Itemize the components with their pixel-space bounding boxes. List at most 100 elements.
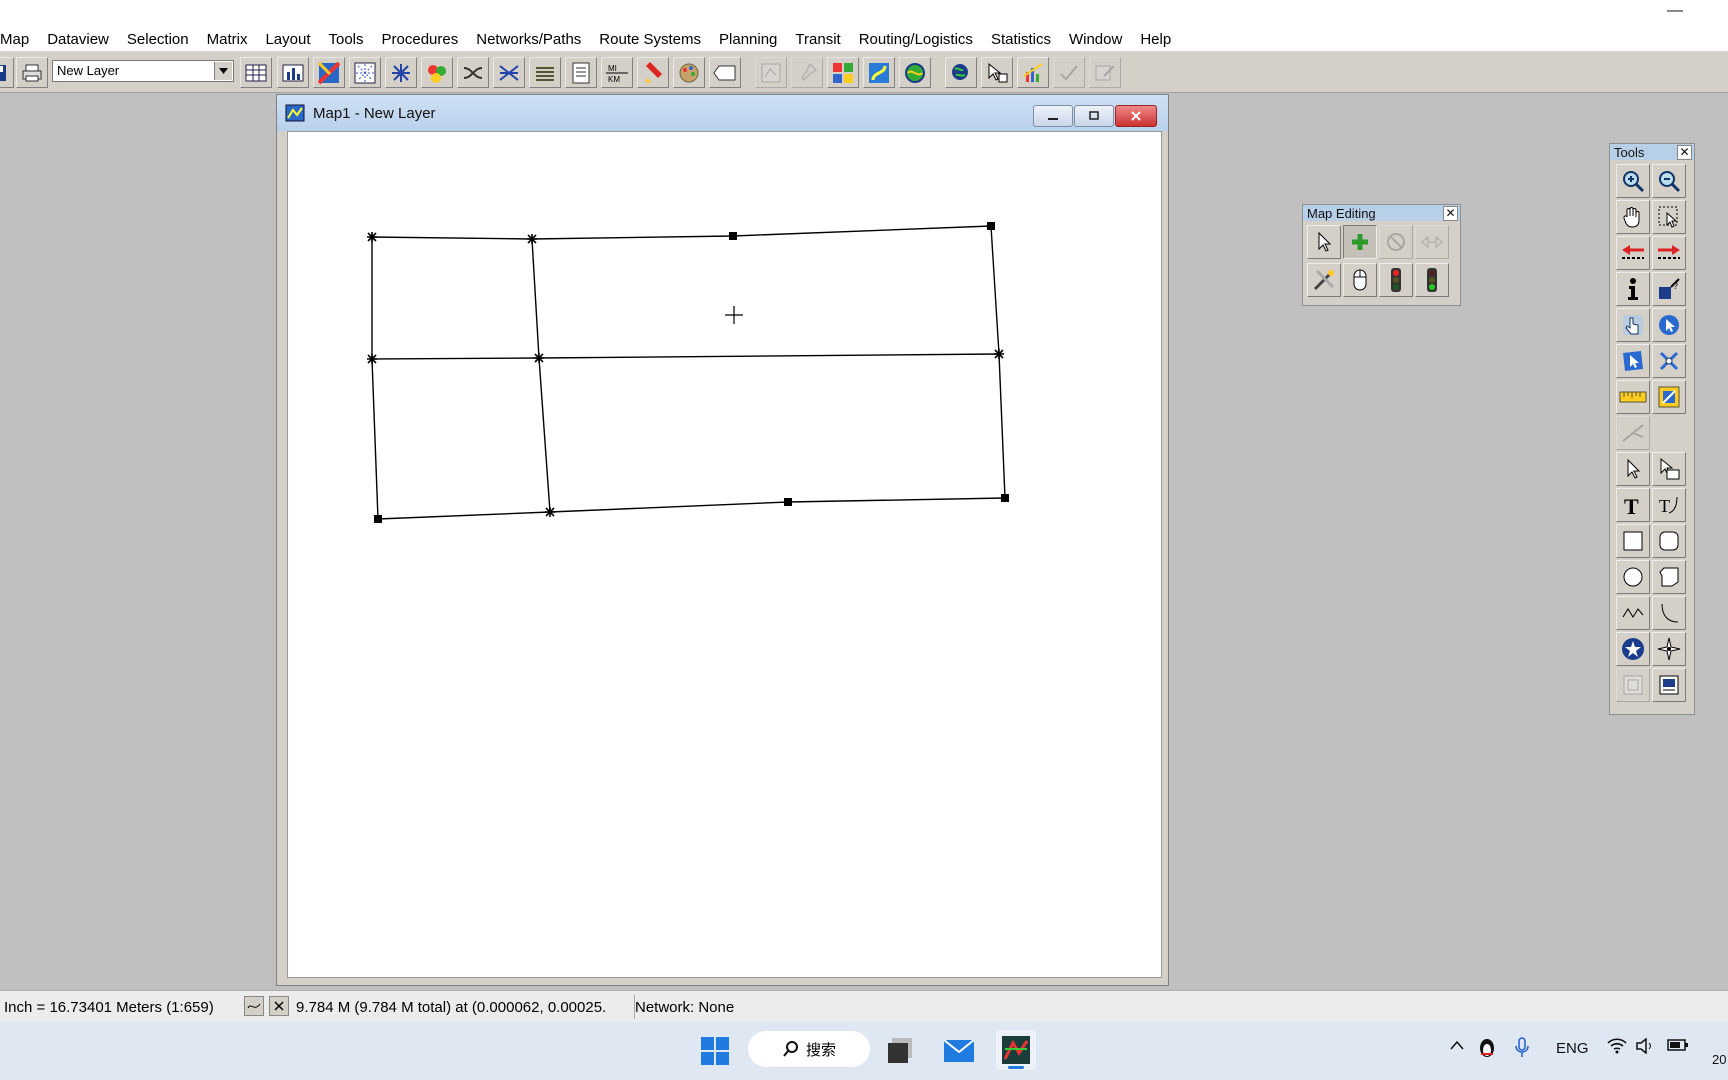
pan-button[interactable] bbox=[1616, 200, 1650, 234]
select-area-button[interactable] bbox=[1652, 200, 1686, 234]
menu-route-systems[interactable]: Route Systems bbox=[590, 31, 710, 48]
polygon-button[interactable] bbox=[1652, 560, 1686, 594]
wifi-button[interactable] bbox=[1607, 1038, 1627, 1058]
next-view-button[interactable] bbox=[1652, 236, 1686, 270]
input-language[interactable]: ENG bbox=[1556, 1040, 1589, 1057]
map-endpoint[interactable] bbox=[729, 232, 737, 240]
menu-selection[interactable]: Selection bbox=[118, 31, 198, 48]
edit-mouse-button[interactable] bbox=[1343, 263, 1377, 297]
menu-procedures[interactable]: Procedures bbox=[373, 31, 468, 48]
grid-button[interactable] bbox=[827, 57, 859, 88]
tools-close-button[interactable]: ✕ bbox=[1677, 145, 1692, 160]
map-overview-button[interactable] bbox=[755, 57, 787, 88]
zoom-out-button[interactable] bbox=[1652, 164, 1686, 198]
qq-tray-button[interactable] bbox=[1478, 1036, 1496, 1062]
chart-tool-button[interactable] bbox=[1017, 57, 1049, 88]
previous-view-button[interactable] bbox=[1616, 236, 1650, 270]
desire-lines-button[interactable] bbox=[493, 57, 525, 88]
mail-app-button[interactable] bbox=[943, 1036, 975, 1069]
transcad-app-button[interactable] bbox=[996, 1030, 1036, 1070]
rounded-rectangle-button[interactable] bbox=[1652, 524, 1686, 558]
menu-routing-logistics[interactable]: Routing/Logistics bbox=[850, 31, 982, 48]
window-restore-button[interactable] bbox=[1074, 105, 1114, 127]
route-button[interactable] bbox=[863, 57, 895, 88]
window-close-button[interactable] bbox=[1115, 105, 1157, 127]
battery-button[interactable] bbox=[1667, 1038, 1689, 1056]
menu-window[interactable]: Window bbox=[1060, 31, 1131, 48]
map-window-titlebar[interactable]: Map1 - New Layer bbox=[277, 95, 1168, 131]
edit-signal-red-button[interactable] bbox=[1379, 263, 1413, 297]
info-button[interactable] bbox=[1616, 272, 1650, 306]
pointer-edit-button[interactable] bbox=[1652, 452, 1686, 486]
select-table-button[interactable] bbox=[981, 57, 1013, 88]
units-button[interactable]: MI KM bbox=[601, 57, 633, 88]
zoom-in-button[interactable] bbox=[1616, 164, 1650, 198]
curved-text-button[interactable]: T bbox=[1652, 488, 1686, 522]
dataview-button[interactable] bbox=[240, 57, 272, 88]
deselect-button[interactable] bbox=[1652, 344, 1686, 378]
map-endpoint[interactable] bbox=[374, 515, 382, 523]
layer-dropdown-button[interactable] bbox=[214, 62, 232, 80]
coverage-button[interactable] bbox=[899, 57, 931, 88]
highlight-button[interactable] bbox=[637, 57, 669, 88]
menu-map[interactable]: Map bbox=[0, 31, 38, 48]
rectangle-button[interactable] bbox=[1616, 524, 1650, 558]
map-endpoint[interactable] bbox=[1001, 494, 1009, 502]
edit-table-button[interactable] bbox=[1089, 57, 1121, 88]
menu-transit[interactable]: Transit bbox=[786, 31, 849, 48]
menu-matrix[interactable]: Matrix bbox=[198, 31, 257, 48]
map-node[interactable] bbox=[994, 349, 1004, 359]
map-endpoint[interactable] bbox=[784, 498, 792, 506]
north-arrow-button[interactable] bbox=[1652, 632, 1686, 666]
edit-tools-button[interactable] bbox=[1307, 263, 1341, 297]
map-editing-close-button[interactable]: ✕ bbox=[1443, 206, 1458, 221]
taskbar-clock[interactable]: 20 bbox=[1712, 1052, 1726, 1067]
picture-button[interactable] bbox=[1652, 668, 1686, 702]
symbol-button[interactable] bbox=[1616, 632, 1650, 666]
edit-signal-green-button[interactable] bbox=[1415, 263, 1449, 297]
pushpin-button[interactable] bbox=[791, 57, 823, 88]
touch-select-button[interactable] bbox=[1616, 308, 1650, 342]
polygon-select-button[interactable] bbox=[1616, 344, 1650, 378]
menu-tools[interactable]: Tools bbox=[320, 31, 373, 48]
menu-planning[interactable]: Planning bbox=[710, 31, 786, 48]
window-minimize-button[interactable] bbox=[1033, 105, 1073, 127]
menu-networks-paths[interactable]: Networks/Paths bbox=[467, 31, 590, 48]
color-palette-button[interactable] bbox=[673, 57, 705, 88]
flow-map-button[interactable] bbox=[457, 57, 489, 88]
circle-select-button[interactable] bbox=[1652, 308, 1686, 342]
map-editing-titlebar[interactable]: Map Editing ✕ bbox=[1303, 205, 1460, 221]
taskbar-search[interactable]: 搜索 bbox=[748, 1031, 870, 1067]
microphone-button[interactable] bbox=[1514, 1036, 1530, 1062]
text-button[interactable]: T bbox=[1616, 488, 1650, 522]
edit-delete-button[interactable] bbox=[1379, 225, 1413, 259]
volume-button[interactable] bbox=[1635, 1037, 1655, 1058]
split-line-button[interactable] bbox=[1616, 416, 1650, 450]
menu-help[interactable]: Help bbox=[1131, 31, 1180, 48]
map-node[interactable] bbox=[534, 353, 544, 363]
layer-select[interactable]: New Layer bbox=[52, 60, 234, 82]
menu-dataview[interactable]: Dataview bbox=[38, 31, 118, 48]
scatter-symbol-button[interactable] bbox=[385, 57, 417, 88]
map-node[interactable] bbox=[367, 232, 377, 242]
app-minimize-button[interactable]: — bbox=[1667, 2, 1683, 20]
label-button[interactable] bbox=[709, 57, 741, 88]
map-node[interactable] bbox=[527, 234, 537, 244]
geocode-button[interactable] bbox=[945, 57, 977, 88]
edit-add-button[interactable] bbox=[1343, 225, 1377, 259]
print-button[interactable] bbox=[16, 57, 48, 88]
ellipse-button[interactable] bbox=[1616, 560, 1650, 594]
frame-button[interactable] bbox=[1616, 668, 1650, 702]
report-button[interactable] bbox=[565, 57, 597, 88]
edit-move-button[interactable] bbox=[1415, 225, 1449, 259]
theme-button[interactable] bbox=[313, 57, 345, 88]
query-button[interactable]: ? bbox=[1652, 272, 1686, 306]
save-button[interactable] bbox=[0, 57, 14, 88]
check-button[interactable] bbox=[1053, 57, 1085, 88]
ruler-button[interactable] bbox=[1616, 380, 1650, 414]
tools-titlebar[interactable]: Tools ✕ bbox=[1610, 144, 1694, 160]
menu-statistics[interactable]: Statistics bbox=[982, 31, 1060, 48]
edit-select-button[interactable] bbox=[1307, 225, 1341, 259]
start-button[interactable] bbox=[700, 1036, 730, 1071]
pointer-button[interactable] bbox=[1616, 452, 1650, 486]
